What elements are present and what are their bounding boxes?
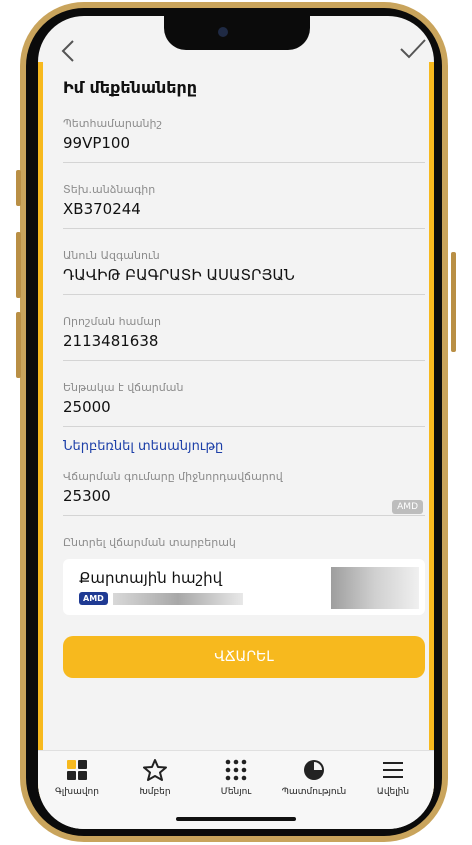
full-name-field: Անուն Ազգանուն ԴԱՎԻԹ ԲԱԳՐԱՏԻ ԱՍԱՏՐՅԱՆ [63,249,425,295]
hamburger-icon [383,762,403,778]
screen: Իմ մեքենաները Պետհամարանիշ 99VP100 Տեխ.ա… [38,16,434,829]
history-pie-icon [304,760,324,780]
accent-bar-right [429,62,434,798]
field-label: Տեխ.անձնագիր [63,183,156,196]
tab-home[interactable]: Գլխավոր [40,759,114,797]
field-value: ԴԱՎԻԹ ԲԱԳՐԱՏԻ ԱՍԱՏՐՅԱՆ [63,266,295,284]
side-button [16,232,21,298]
tab-label: Պատմություն [281,787,347,797]
currency-badge: AMD [392,500,423,514]
field-value: 25000 [63,398,111,416]
card-account-title: Քարտային հաշիվ [79,569,223,587]
pay-button[interactable]: ՎՃԱՐԵԼ [63,636,425,678]
tab-label: Մենյու [220,787,252,797]
tab-label: Խմբեր [139,787,171,797]
page-title: Իմ մեքենաները [63,78,198,97]
camera-dot [218,27,228,37]
tech-passport-field: Տեխ.անձնագիր XB370244 [63,183,425,229]
tab-more[interactable]: Ավելին [356,759,430,797]
field-label: Վճարման գումարը միջնորդավճարով [63,470,283,483]
field-value: XB370244 [63,200,141,218]
home-grid-icon [67,760,87,780]
side-button [16,312,21,378]
currency-chip: AMD [79,592,108,605]
payment-method-card[interactable]: Քարտային հաշիվ AMD [63,559,425,615]
check-icon[interactable] [398,36,428,62]
tab-label: Գլխավոր [55,787,99,797]
field-value: 2113481638 [63,332,159,350]
download-video-link[interactable]: Ներբեռնել տեսանյութը [63,439,425,454]
dots-grid-icon [225,759,247,781]
side-button [451,252,456,352]
total-amount-field: Վճարման գումարը միջնորդավճարով 25300 AMD [63,470,425,516]
home-indicator[interactable] [176,817,296,821]
field-value: 99VP100 [63,134,131,152]
decision-number-field: Որոշման համար 2113481638 [63,315,425,361]
amount-due-field: Ենթակա է վճարման 25000 [63,381,425,427]
masked-card-number [113,593,243,605]
field-value: 25300 [63,487,111,505]
field-label: Ենթակա է վճարման [63,381,184,394]
star-icon [143,759,167,781]
notch [164,16,310,50]
tab-label: Ավելին [376,787,410,797]
bottom-tab-bar: Գլխավոր Խմբեր Մենյու Պատմություն Ավելին [38,750,434,829]
masked-card-image [331,567,419,609]
tab-groups[interactable]: Խմբեր [118,759,192,797]
field-label: Պետհամարանիշ [63,117,162,130]
tab-history[interactable]: Պատմություն [277,759,351,797]
field-label: Անուն Ազգանուն [63,249,160,262]
plate-number-field: Պետհամարանիշ 99VP100 [63,117,425,163]
side-button [16,170,21,206]
tab-menu[interactable]: Մենյու [199,759,273,797]
payment-method-label: Ընտրել վճարման տարբերակ [63,536,236,549]
vehicle-form: Իմ մեքենաները Պետհամարանիշ 99VP100 Տեխ.ա… [63,72,425,615]
accent-bar-left [38,62,43,798]
back-chevron-icon[interactable] [56,38,82,64]
field-label: Որոշման համար [63,315,161,328]
